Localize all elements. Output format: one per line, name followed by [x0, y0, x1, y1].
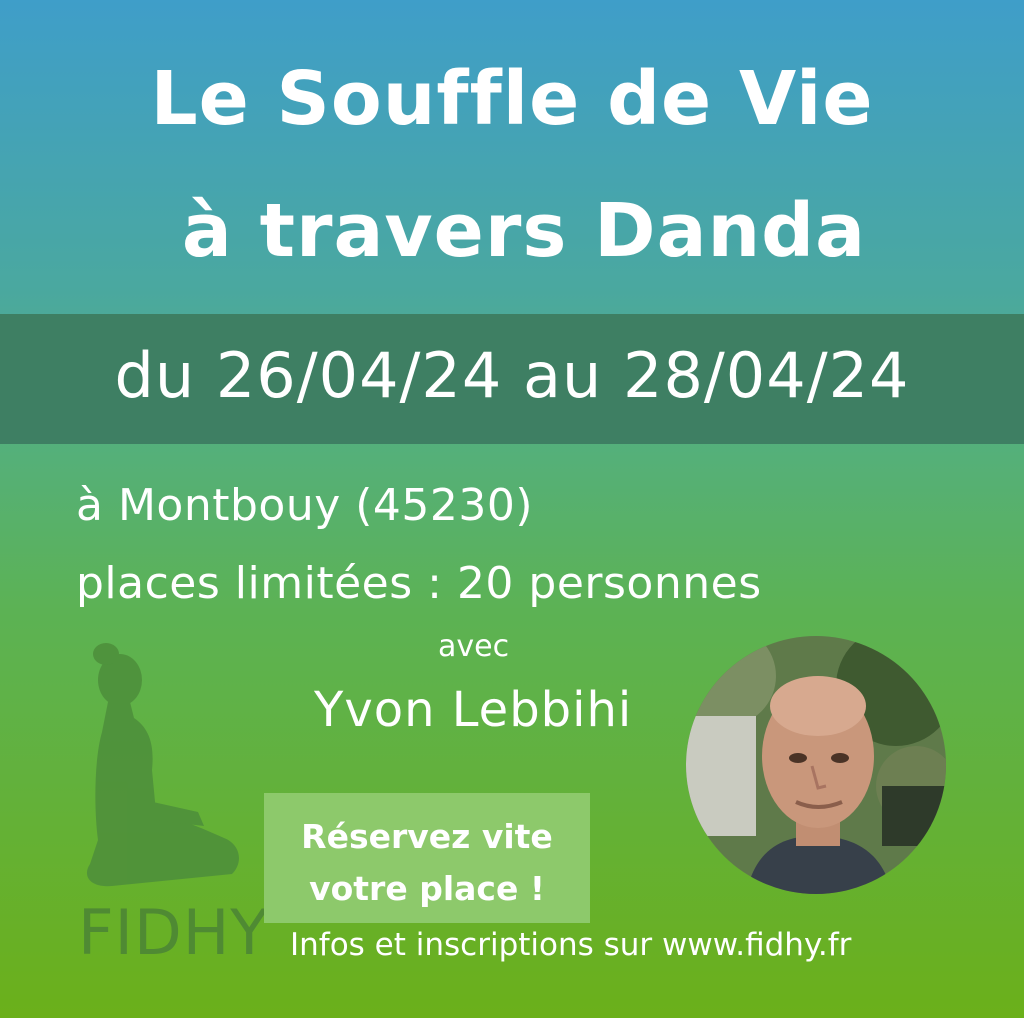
- with-label: avec: [438, 629, 510, 664]
- fidhy-logo: FIDHY: [78, 896, 270, 969]
- title-line-1: Le Souffle de Vie: [150, 56, 874, 142]
- event-capacity: places limitées : 20 personnes: [76, 558, 762, 609]
- event-dates: du 26/04/24 au 28/04/24: [114, 339, 910, 412]
- reserve-line-2: votre place !: [309, 869, 545, 908]
- host-name: Yvon Lebbihi: [314, 682, 633, 738]
- title-line-2: à travers Danda: [181, 188, 867, 274]
- infos-text: Infos et inscriptions sur www.fidhy.fr: [290, 927, 852, 963]
- reserve-line-1: Réservez vite: [301, 817, 553, 856]
- event-location: à Montbouy (45230): [76, 480, 534, 531]
- meditating-person-icon: [86, 643, 239, 887]
- reserve-button[interactable]: Réservez vite votre place !: [264, 793, 590, 923]
- host-portrait-photo: [686, 636, 946, 894]
